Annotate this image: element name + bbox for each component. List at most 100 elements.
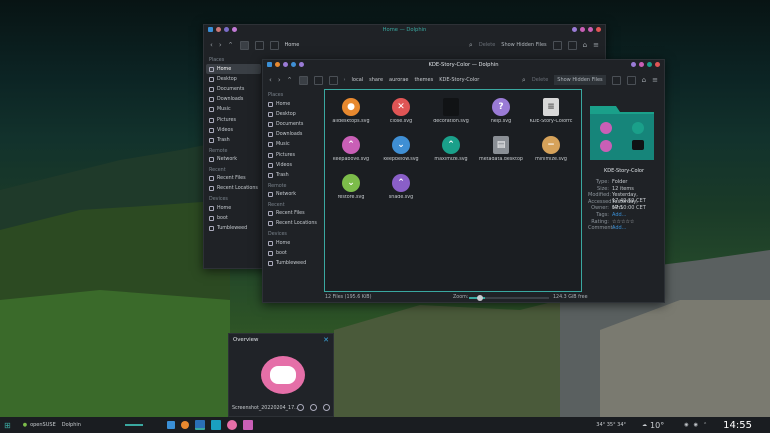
place-item[interactable]: Trash <box>265 170 320 180</box>
back-icon[interactable]: ‹ <box>269 76 272 84</box>
place-item[interactable]: Recent Files <box>265 209 320 219</box>
show-hidden-button[interactable]: Show Hidden Files <box>554 75 606 85</box>
show-hidden-button[interactable]: Show Hidden Files <box>501 42 546 48</box>
home-icon[interactable]: ⌂ <box>583 41 587 49</box>
tray-icon[interactable]: ⌃ <box>703 422 707 428</box>
maximize-button[interactable] <box>588 27 593 32</box>
title-bar[interactable]: KDE-Story-Color — Dolphin <box>263 60 664 70</box>
place-item[interactable]: Desktop <box>265 109 320 119</box>
window-dot-icon[interactable] <box>283 62 288 67</box>
weather-temp[interactable]: 10° <box>650 421 664 430</box>
taskbar-app-icon[interactable] <box>210 420 221 430</box>
breadcrumb-item[interactable]: themes <box>414 77 433 83</box>
view-details-icon[interactable] <box>328 75 338 85</box>
media-next-icon[interactable] <box>323 404 330 411</box>
help-button[interactable] <box>631 62 636 67</box>
place-item[interactable]: Music <box>265 140 320 150</box>
search-icon[interactable]: ⌕ <box>522 76 526 84</box>
up-icon[interactable]: ⌃ <box>228 41 234 49</box>
taskbar-app-icon[interactable] <box>194 420 205 430</box>
place-item[interactable]: Videos <box>206 125 261 135</box>
split-icon[interactable] <box>552 40 562 50</box>
media-prev-icon[interactable] <box>297 404 304 411</box>
file-item[interactable]: ⌄ restore.svg <box>329 174 373 200</box>
delete-button[interactable]: Delete <box>479 42 495 48</box>
search-icon[interactable]: ⌕ <box>469 41 473 49</box>
forward-icon[interactable]: › <box>278 76 281 84</box>
close-button[interactable] <box>596 27 601 32</box>
window-dot-icon[interactable] <box>216 27 221 32</box>
file-item[interactable]: − minimize.svg <box>529 136 573 162</box>
taskbar-app-icon[interactable] <box>226 420 237 430</box>
place-item[interactable]: Pictures <box>265 150 320 160</box>
file-item[interactable]: ▤ metadata.desktop <box>479 136 523 162</box>
taskbar-app-icon[interactable] <box>180 421 189 429</box>
place-item[interactable]: Network <box>206 155 261 165</box>
help-button[interactable] <box>572 27 577 32</box>
forward-icon[interactable]: › <box>219 41 222 49</box>
place-item[interactable]: Recent Locations <box>206 184 261 194</box>
overview-popup[interactable]: Overview ✕ Screenshot_20220204_17... <box>228 333 334 417</box>
delete-button[interactable]: Delete <box>532 77 548 83</box>
tray-icon[interactable]: ◉ <box>694 422 698 428</box>
minimize-button[interactable] <box>639 62 644 67</box>
window-dot-icon[interactable] <box>232 27 237 32</box>
place-item[interactable]: Network <box>265 190 320 200</box>
split-icon[interactable] <box>611 75 621 85</box>
place-item[interactable]: Documents <box>265 119 320 129</box>
minimize-button[interactable] <box>580 27 585 32</box>
info-value[interactable]: Add... <box>612 212 626 219</box>
view-icons-icon[interactable] <box>239 40 249 50</box>
title-bar[interactable]: Home — Dolphin <box>204 25 605 35</box>
back-icon[interactable]: ‹ <box>210 41 213 49</box>
view-details-icon[interactable] <box>269 40 279 50</box>
place-item[interactable]: Tumbleweed <box>206 223 261 233</box>
place-item[interactable]: Videos <box>265 160 320 170</box>
file-item[interactable]: ⌃ shade.svg <box>379 174 423 200</box>
place-item[interactable]: Documents <box>206 84 261 94</box>
file-item[interactable]: decoration.svg <box>429 98 473 124</box>
place-item[interactable]: Home <box>265 238 320 248</box>
tray-icon[interactable]: ◉ <box>684 422 688 428</box>
place-item[interactable]: Trash <box>206 135 261 145</box>
up-icon[interactable]: ⌃ <box>287 76 293 84</box>
file-item[interactable]: ? help.svg <box>479 98 523 124</box>
window-dot-icon[interactable] <box>299 62 304 67</box>
breadcrumb[interactable]: Home <box>285 42 300 48</box>
place-item[interactable]: Home <box>206 64 261 75</box>
terminal-icon[interactable] <box>567 40 577 50</box>
media-play-icon[interactable] <box>310 404 317 411</box>
file-item[interactable]: ● alldesktops.svg <box>329 98 373 124</box>
dolphin-window-kde-story-color[interactable]: KDE-Story-Color — Dolphin ‹ › ⌃ › local … <box>262 59 665 303</box>
terminal-icon[interactable] <box>626 75 636 85</box>
view-icons-icon[interactable] <box>298 75 308 85</box>
breadcrumb-item[interactable]: KDE-Story-Color <box>439 77 479 83</box>
place-item[interactable]: Recent Files <box>206 174 261 184</box>
info-value[interactable]: Add... <box>612 225 626 232</box>
breadcrumb-item[interactable]: local <box>352 77 364 83</box>
file-item[interactable]: ✕ close.svg <box>379 98 423 124</box>
place-item[interactable]: Desktop <box>206 74 261 84</box>
place-item[interactable]: Downloads <box>265 130 320 140</box>
breadcrumb-item[interactable]: aurorae <box>389 77 408 83</box>
file-item[interactable]: ≡ KDE-Story-Colorrc <box>529 98 573 124</box>
close-icon[interactable]: ✕ <box>323 336 329 344</box>
view-compact-icon[interactable] <box>313 75 323 85</box>
place-item[interactable]: Home <box>206 203 261 213</box>
close-button[interactable] <box>655 62 660 67</box>
place-item[interactable]: Music <box>206 105 261 115</box>
window-dot-icon[interactable] <box>275 62 280 67</box>
clock[interactable]: 14:55 <box>723 420 752 431</box>
overview-filename[interactable]: Screenshot_20220204_17... <box>232 406 299 411</box>
file-item[interactable]: ⌃ maximize.svg <box>429 136 473 162</box>
window-dot-icon[interactable] <box>224 27 229 32</box>
breadcrumb-item[interactable]: › <box>344 77 346 83</box>
volume-slider[interactable] <box>124 424 143 426</box>
file-item[interactable]: ⌄ keepbelow.svg <box>379 136 423 162</box>
zoom-slider[interactable] <box>469 295 549 301</box>
taskbar-app-icon[interactable] <box>166 421 175 429</box>
place-item[interactable]: boot <box>206 213 261 223</box>
place-item[interactable]: Recent Locations <box>265 219 320 229</box>
place-item[interactable]: Downloads <box>206 95 261 105</box>
place-item[interactable]: Tumbleweed <box>265 258 320 268</box>
